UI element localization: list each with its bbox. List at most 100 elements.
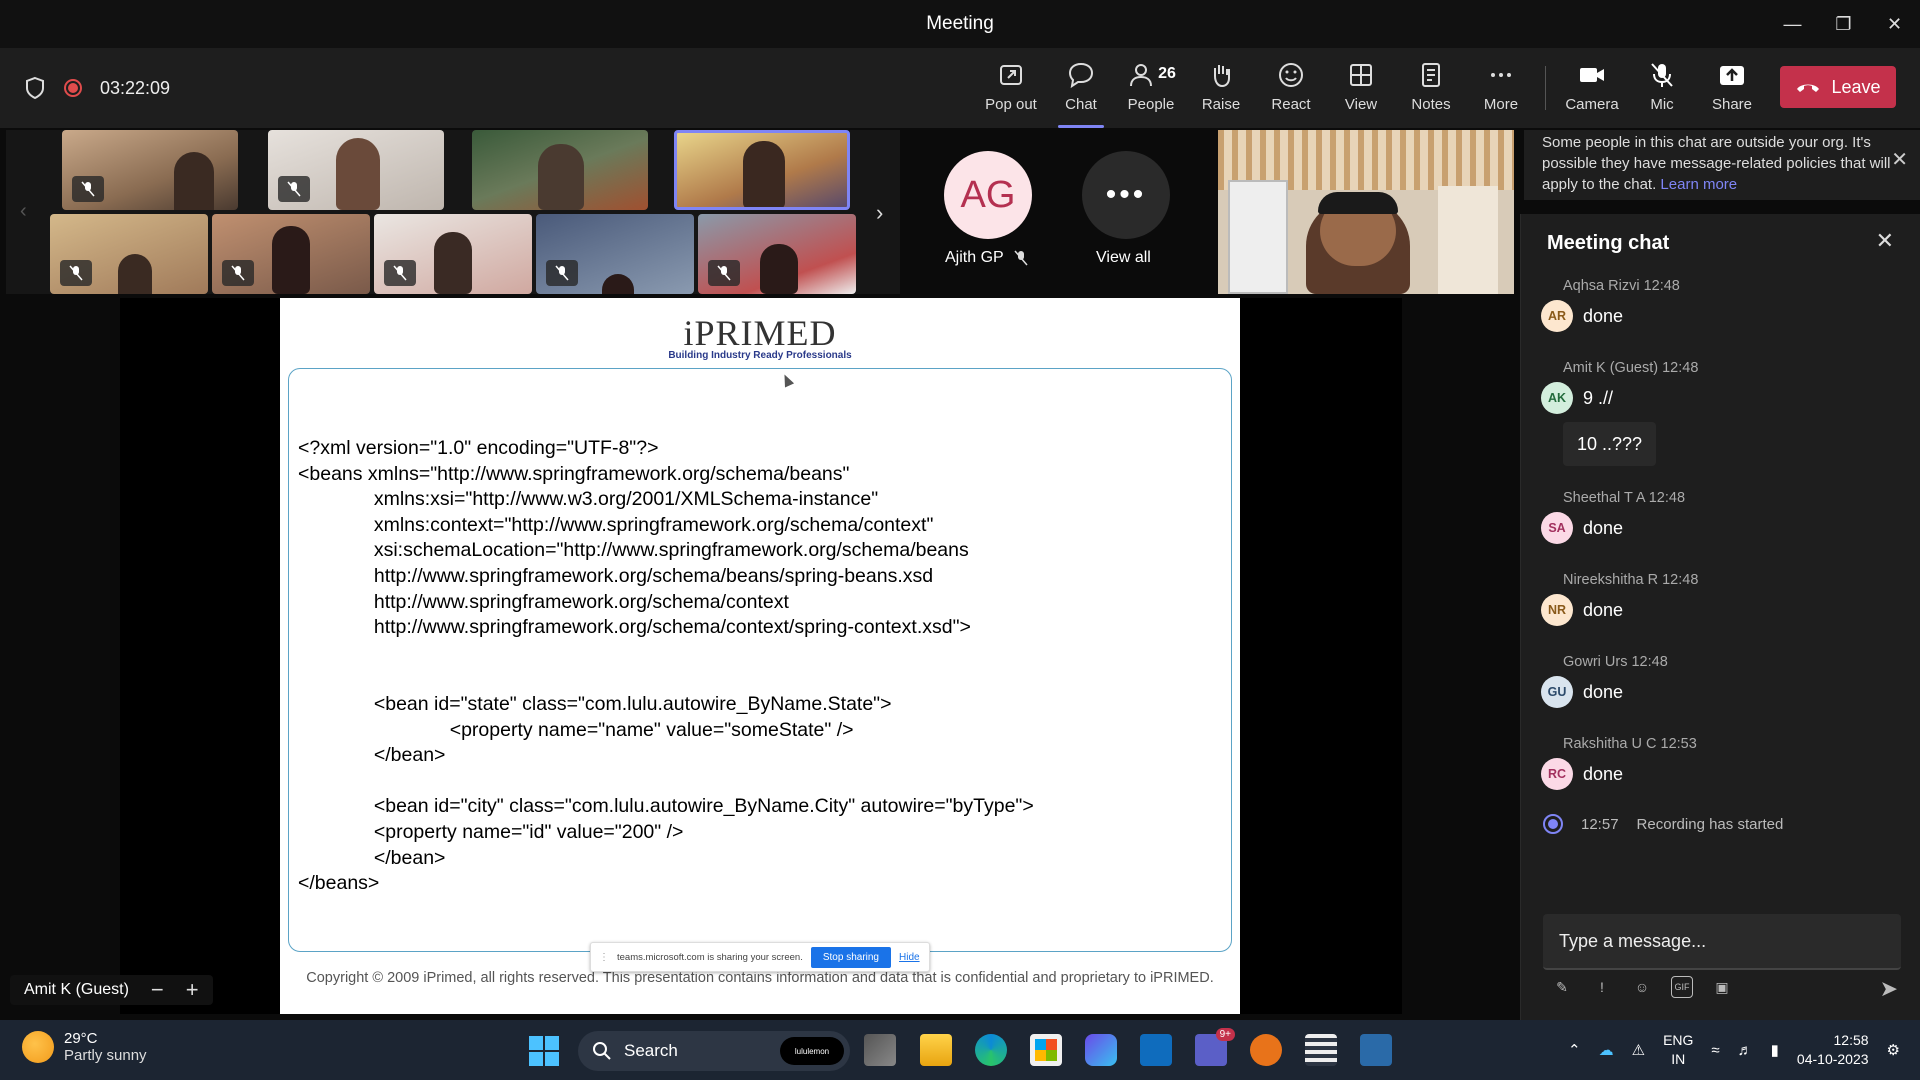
raise-hand-button[interactable]: Raise	[1186, 58, 1256, 122]
camera-button[interactable]: Camera	[1557, 58, 1627, 122]
participant-tile[interactable]	[62, 130, 238, 210]
react-button[interactable]: React	[1256, 58, 1326, 122]
participant-tile[interactable]	[50, 214, 208, 294]
mic-off-icon	[1014, 250, 1028, 266]
participant-name: Ajith GP	[945, 249, 1028, 267]
gif-icon[interactable]: GIF	[1671, 976, 1693, 998]
language-indicator[interactable]: ENG IN	[1663, 1031, 1693, 1069]
weather-widget[interactable]: 29°C Partly sunny	[22, 1030, 147, 1064]
message-bubble: 9 .//	[1583, 387, 1614, 408]
camera-label: Camera	[1565, 96, 1619, 113]
participant-tile[interactable]	[374, 214, 532, 294]
close-icon[interactable]: ✕	[1876, 228, 1894, 254]
popout-button[interactable]: Pop out	[976, 58, 1046, 122]
zoom-out-button[interactable]: −	[151, 977, 164, 1003]
more-label: More	[1483, 96, 1519, 113]
copilot-icon[interactable]	[1085, 1034, 1117, 1066]
participant-tile[interactable]	[268, 130, 444, 210]
task-view-icon[interactable]	[864, 1034, 896, 1066]
popout-icon	[1000, 65, 1022, 85]
window-controls: — ❐ ✕	[1767, 0, 1920, 48]
restore-icon[interactable]: ❐	[1818, 0, 1869, 48]
mic-button[interactable]: Mic	[1627, 58, 1697, 122]
message-bubble: done	[1583, 599, 1624, 620]
hand-icon	[1214, 65, 1230, 88]
minimize-icon[interactable]: —	[1767, 0, 1818, 48]
more-icon	[1491, 73, 1511, 77]
view-label: View	[1344, 96, 1378, 113]
search-highlight: lululemon	[780, 1037, 844, 1065]
system-time: 12:57	[1581, 815, 1619, 833]
share-button[interactable]: Share	[1697, 58, 1767, 122]
leave-button[interactable]: Leave	[1780, 66, 1896, 108]
edge-browser-icon[interactable]	[975, 1034, 1007, 1066]
file-explorer-icon[interactable]	[920, 1034, 952, 1066]
send-icon[interactable]: ➤	[1880, 976, 1898, 1002]
settings-icon[interactable]: ⚙	[1887, 1041, 1900, 1059]
more-button[interactable]: More	[1466, 58, 1536, 122]
people-count: 26	[1158, 65, 1176, 82]
notes-button[interactable]: Notes	[1396, 58, 1466, 122]
people-button[interactable]: 26 People	[1116, 58, 1186, 122]
chevron-left-icon[interactable]: ‹	[20, 200, 27, 223]
teams-icon[interactable]: 9+	[1195, 1028, 1235, 1066]
title-bar: Meeting — ❐ ✕	[0, 0, 1920, 48]
close-icon[interactable]: ✕	[1869, 0, 1920, 48]
close-icon[interactable]: ✕	[1891, 150, 1908, 171]
participant-tile-speaking[interactable]	[674, 130, 850, 210]
notes-icon	[1422, 63, 1440, 87]
app-icon[interactable]	[1360, 1034, 1392, 1066]
priority-icon[interactable]: !	[1591, 976, 1613, 998]
mic-off-icon[interactable]: ⚠	[1632, 1041, 1645, 1059]
mic-off-icon	[1651, 63, 1673, 87]
participant-tile[interactable]	[472, 130, 648, 210]
emoji-icon[interactable]: ☺	[1631, 976, 1653, 998]
learn-more-link[interactable]: Learn more	[1660, 176, 1737, 193]
system-clock[interactable]: 12:58 04-10-2023	[1797, 1031, 1869, 1069]
wifi-icon[interactable]: ≈	[1711, 1042, 1719, 1059]
participant-avatar[interactable]: AG	[944, 151, 1032, 239]
info-app-icon[interactable]	[1250, 1034, 1282, 1066]
chat-title: Meeting chat	[1547, 232, 1670, 254]
chat-icon	[1068, 62, 1094, 89]
windows-start-icon[interactable]	[529, 1036, 559, 1066]
participant-tile[interactable]	[536, 214, 694, 294]
format-icon[interactable]: ✎	[1551, 976, 1573, 998]
sticker-icon[interactable]: ▣	[1711, 976, 1733, 998]
app-icon[interactable]	[1305, 1034, 1337, 1066]
view-all-button[interactable]: •••	[1082, 151, 1170, 239]
temperature: 29°C	[64, 1030, 98, 1047]
participant-tile[interactable]	[212, 214, 370, 294]
people-icon	[1130, 64, 1153, 87]
system-text: Recording has started	[1636, 815, 1784, 833]
battery-icon[interactable]: ▮	[1771, 1041, 1779, 1059]
notification-badge: 9+	[1215, 1028, 1235, 1041]
chat-button[interactable]: Chat	[1046, 58, 1116, 128]
message-bubble: 10 ..???	[1563, 422, 1657, 466]
participant-tile[interactable]	[698, 214, 856, 294]
zoom-in-button[interactable]: +	[186, 977, 199, 1003]
hide-link[interactable]: Hide	[899, 952, 920, 963]
participant-video[interactable]	[1218, 130, 1514, 294]
stop-sharing-button[interactable]: Stop sharing	[810, 946, 891, 968]
drag-handle-icon[interactable]: ⋮	[599, 952, 609, 963]
message-bubble: done	[1583, 681, 1624, 702]
search-icon	[593, 1042, 611, 1060]
message-header: Nireekshitha R 12:48	[1563, 572, 1699, 588]
shield-icon	[26, 76, 44, 100]
external-org-notice: Some people in this chat are outside you…	[1524, 130, 1920, 200]
recording-icon	[64, 79, 82, 97]
mic-off-icon	[278, 176, 310, 202]
view-button[interactable]: View	[1326, 58, 1396, 122]
xml-code: <?xml version="1.0" encoding="UTF-8"?> <…	[298, 437, 1034, 895]
message-input[interactable]: Type a message...	[1543, 914, 1901, 970]
chevron-right-icon[interactable]: ›	[876, 200, 883, 226]
volume-icon[interactable]: ♬	[1738, 1042, 1753, 1059]
outlook-icon[interactable]	[1140, 1034, 1172, 1066]
search-label: Search	[624, 1041, 678, 1060]
chevron-up-icon[interactable]: ⌃	[1568, 1041, 1581, 1059]
onedrive-icon[interactable]: ☁	[1599, 1041, 1614, 1059]
microsoft-store-icon[interactable]	[1030, 1034, 1062, 1066]
taskbar-search[interactable]: Search lululemon	[578, 1031, 850, 1071]
participant-strip: ‹ ›	[6, 130, 900, 294]
